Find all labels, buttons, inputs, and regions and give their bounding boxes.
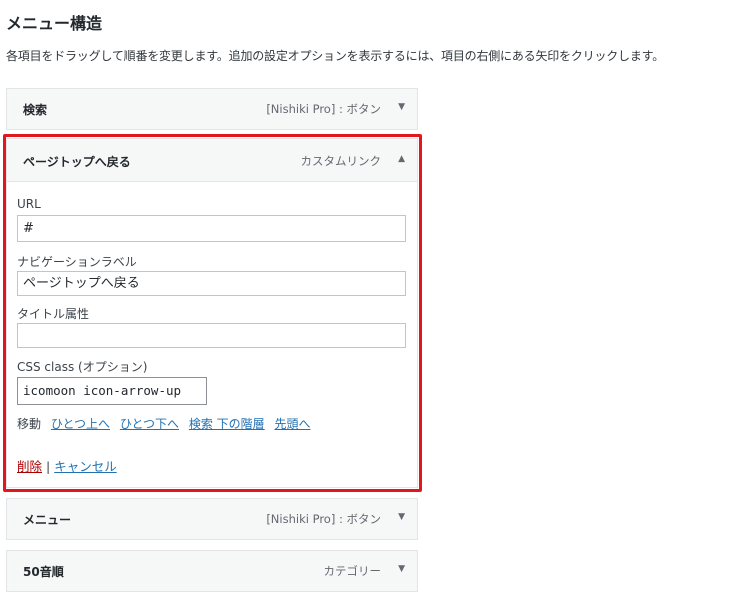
menu-item-type: [Nishiki Pro] : ボタン [266,102,381,116]
menu-item-bar[interactable]: 検索 [Nishiki Pro] : ボタン ▼ [7,89,417,129]
menu-item-type: [Nishiki Pro] : ボタン [266,512,381,526]
menu-item-aiueo[interactable]: 50音順 カテゴリー ▼ [6,550,418,592]
expand-arrow-icon[interactable]: ▼ [398,564,405,574]
menu-item-search[interactable]: 検索 [Nishiki Pro] : ボタン ▼ [6,88,418,130]
highlight-frame [3,134,422,492]
menu-item-menu[interactable]: メニュー [Nishiki Pro] : ボタン ▼ [6,498,418,540]
page-title: メニュー構造 [6,14,103,33]
expand-arrow-icon[interactable]: ▼ [398,102,405,112]
menu-item-type: カテゴリー [323,564,382,578]
menu-item-title: 検索 [23,103,48,117]
menu-item-title: メニュー [23,513,72,527]
menu-item-title: 50音順 [23,565,64,579]
expand-arrow-icon[interactable]: ▼ [398,512,405,522]
page-description: 各項目をドラッグして順番を変更します。追加の設定オプションを表示するには、項目の… [6,49,665,63]
menu-item-bar[interactable]: メニュー [Nishiki Pro] : ボタン ▼ [7,499,417,539]
menu-item-bar[interactable]: 50音順 カテゴリー ▼ [7,551,417,591]
